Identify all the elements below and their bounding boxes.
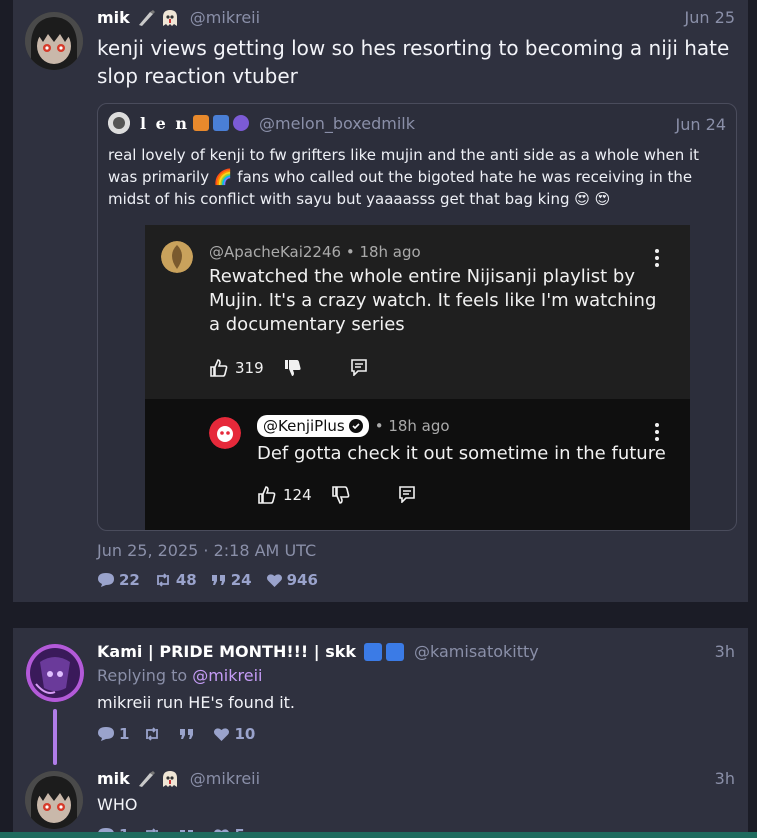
reply-date[interactable]: 3h bbox=[715, 642, 735, 661]
reply2-author-handle[interactable]: @mikreii bbox=[190, 769, 260, 788]
reply2-author-name[interactable]: mik bbox=[97, 769, 130, 788]
main-tweet-card: mik @mikreii Jun 25 kenji views getting … bbox=[13, 0, 748, 602]
upload-emoji-icon bbox=[386, 642, 405, 661]
thumbs-down-icon[interactable] bbox=[331, 485, 351, 505]
quote-count: 24 bbox=[230, 571, 252, 589]
commenter-avatar bbox=[161, 241, 193, 273]
ghost-emoji-icon bbox=[162, 770, 177, 787]
comment-icon bbox=[98, 573, 114, 587]
replying-to-handle[interactable]: @mikreii bbox=[192, 666, 262, 685]
like-stat[interactable]: 10 bbox=[213, 725, 255, 743]
retweet-icon bbox=[156, 573, 169, 587]
heart-icon bbox=[214, 727, 230, 741]
reply-like-count: 124 bbox=[283, 486, 312, 504]
quote-avatar[interactable] bbox=[108, 112, 130, 134]
thumbs-up-icon bbox=[210, 359, 228, 377]
reply-author-name[interactable]: Kami | PRIDE MONTH!!! | skk bbox=[97, 642, 356, 661]
paintbrush-emoji-icon bbox=[138, 770, 155, 787]
like-count: 946 bbox=[286, 571, 318, 589]
cat-emoji-icon bbox=[193, 115, 210, 131]
heart-icon bbox=[266, 573, 282, 587]
reply2-avatar[interactable] bbox=[25, 771, 83, 829]
reply-thread-card: Kami | PRIDE MONTH!!! | skk @kamisatokit… bbox=[13, 628, 748, 838]
youtube-reply: @KenjiPlus • 18h ago Def gotta check it … bbox=[145, 399, 690, 530]
reply2-date[interactable]: 3h bbox=[715, 769, 735, 788]
reply-time: • 18h ago bbox=[374, 417, 450, 435]
tweet-timestamp[interactable]: Jun 25, 2025 · 2:18 AM UTC bbox=[97, 541, 316, 560]
repeat-emoji-icon bbox=[364, 642, 383, 661]
comment-text: Rewatched the whole entire Nijisanji pla… bbox=[209, 266, 657, 335]
like-stat[interactable]: 946 bbox=[266, 571, 318, 589]
like-count: 319 bbox=[235, 359, 264, 377]
ghost-emoji-icon bbox=[162, 9, 177, 26]
avatar[interactable] bbox=[25, 12, 83, 70]
channel-avatar bbox=[209, 417, 241, 449]
quote-tweet[interactable]: l e n @melon_boxedmilk Jun 24 real lovel… bbox=[97, 103, 737, 531]
thumbs-up-icon bbox=[258, 486, 276, 504]
reply-icon[interactable] bbox=[398, 485, 416, 503]
reply2-text: WHO bbox=[97, 795, 138, 814]
thread-line bbox=[53, 709, 57, 765]
reply-avatar[interactable] bbox=[26, 644, 84, 702]
quote-author-name[interactable]: l e n bbox=[140, 114, 189, 133]
reply-more-options-icon[interactable] bbox=[655, 423, 659, 441]
author-name[interactable]: mik bbox=[97, 8, 130, 27]
replying-to: Replying to @mikreii bbox=[97, 666, 262, 685]
tweet-stats: 22 48 24 946 bbox=[97, 571, 332, 589]
retweet-stat[interactable]: 48 bbox=[154, 571, 197, 589]
quote-date[interactable]: Jun 24 bbox=[676, 115, 726, 134]
reply-stat[interactable]: 1 bbox=[97, 725, 129, 743]
reply-text: mikreii run HE's found it. bbox=[97, 693, 295, 712]
comment-icon bbox=[98, 727, 114, 741]
retweet-icon bbox=[146, 727, 159, 741]
quote-stat[interactable]: 24 bbox=[211, 571, 252, 589]
reply-text: Def gotta check it out sometime in the f… bbox=[257, 443, 666, 464]
retweet-count: 48 bbox=[175, 571, 197, 589]
youtube-comment-screenshot[interactable]: @ApacheKai2246 • 18h ago Rewatched the w… bbox=[145, 225, 690, 530]
orb-emoji-icon bbox=[233, 115, 250, 131]
reply-count: 22 bbox=[119, 571, 140, 589]
reply-icon[interactable] bbox=[350, 358, 368, 376]
comment-meta: @ApacheKai2246 • 18h ago bbox=[209, 243, 421, 261]
reply-stats: 1 10 bbox=[97, 725, 269, 743]
channel-name: @KenjiPlus bbox=[263, 417, 345, 435]
quote-text: real lovely of kenji to fw grifters like… bbox=[108, 146, 700, 208]
channel-badge[interactable]: @KenjiPlus bbox=[257, 415, 369, 437]
reply-stat[interactable]: 22 bbox=[97, 571, 140, 589]
reply-author-handle[interactable]: @kamisatokitty bbox=[414, 642, 539, 661]
quote-icon bbox=[211, 575, 225, 585]
reply-count: 1 bbox=[119, 725, 130, 743]
quote-author-handle[interactable]: @melon_boxedmilk bbox=[259, 114, 415, 133]
reply-like-button[interactable]: 124 bbox=[257, 485, 312, 505]
quote-icon bbox=[180, 729, 194, 739]
bottom-edge bbox=[0, 832, 757, 838]
replying-to-label: Replying to bbox=[97, 666, 188, 685]
avatar-image bbox=[25, 771, 83, 829]
tweet-text: kenji views getting low so hes resorting… bbox=[97, 36, 730, 88]
avatar-image bbox=[25, 12, 83, 70]
thumbs-down-icon[interactable] bbox=[283, 358, 303, 378]
tweet-date[interactable]: Jun 25 bbox=[685, 8, 735, 27]
like-count: 10 bbox=[234, 725, 256, 743]
author-handle[interactable]: @mikreii bbox=[190, 8, 260, 27]
quote-stat[interactable] bbox=[179, 725, 199, 743]
avatar-image bbox=[26, 644, 84, 702]
paintbrush-emoji-icon bbox=[138, 9, 155, 26]
retweet-stat[interactable] bbox=[143, 725, 165, 743]
like-button[interactable]: 319 bbox=[209, 358, 264, 378]
card-emoji-icon bbox=[213, 115, 230, 131]
verified-check-icon bbox=[348, 419, 363, 433]
